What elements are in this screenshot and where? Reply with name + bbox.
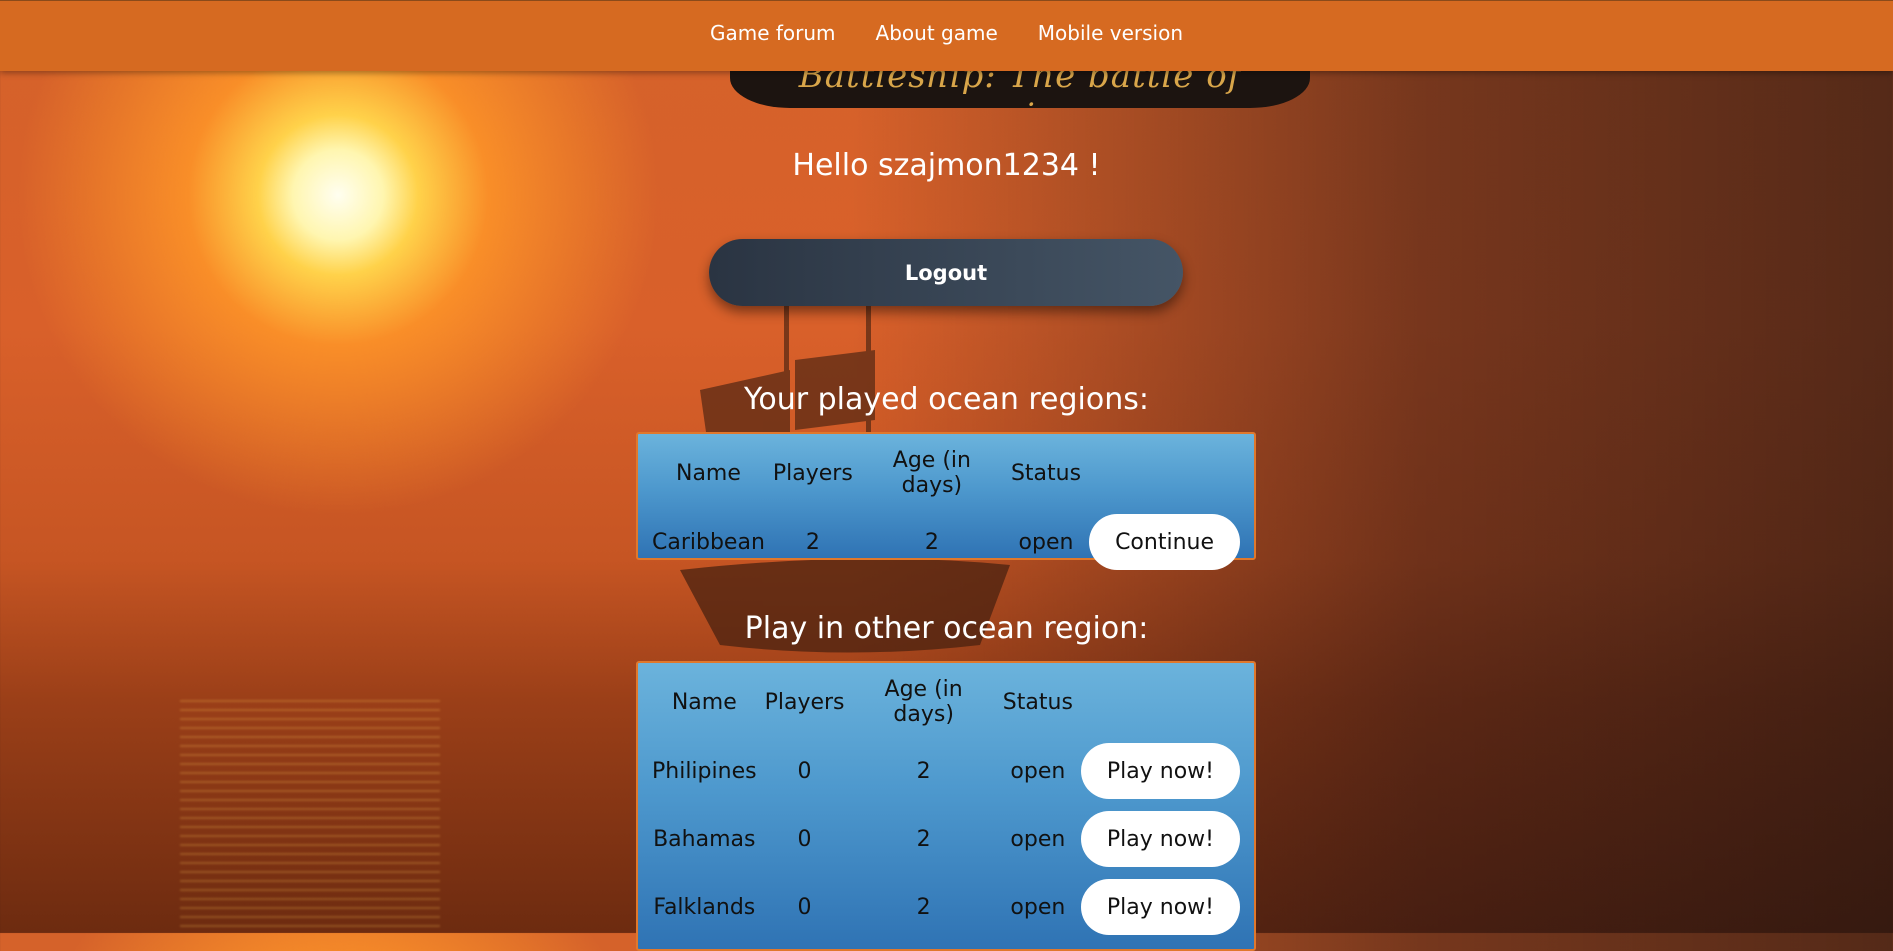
nav-game-forum-link[interactable]: Game forum [710, 21, 836, 51]
column-header-players: Players [764, 689, 845, 715]
played-regions-title: Your played ocean regions: [744, 382, 1149, 417]
table-header-row: Name Players Age (in days) Status [648, 669, 1244, 737]
region-status: open [1018, 529, 1074, 555]
region-age: 2 [924, 529, 939, 555]
column-header-action [1077, 669, 1244, 737]
table-header-row: Name Players Age (in days) Status [648, 440, 1244, 508]
other-regions-table: Name Players Age (in days) Status Philip… [636, 661, 1256, 951]
play-now-button[interactable]: Play now! [1080, 811, 1240, 867]
table-row: Philipines 0 2 open Play now! [648, 737, 1244, 805]
table-row: Caribbean 2 2 open Continue [648, 508, 1244, 576]
region-status: open [1010, 758, 1066, 784]
table-row: Bahamas 0 2 open Play now! [648, 805, 1244, 873]
region-players: 0 [797, 758, 812, 784]
region-action-cell: Continue [1085, 508, 1244, 576]
region-name: Falklands [653, 894, 756, 920]
other-regions-title: Play in other ocean region: [744, 611, 1149, 646]
region-age: 2 [916, 826, 931, 852]
region-players: 0 [797, 894, 812, 920]
column-header-age: Age (in days) [884, 677, 963, 727]
play-now-button[interactable]: Play now! [1080, 879, 1240, 935]
region-status: open [1010, 826, 1066, 852]
column-header-players: Players [772, 460, 853, 486]
play-now-button[interactable]: Play now! [1080, 743, 1240, 799]
region-players: 2 [805, 529, 820, 555]
column-header-action [1085, 440, 1244, 508]
region-name: Bahamas [653, 826, 756, 852]
region-action-cell: Play now! [1077, 805, 1244, 873]
table-row: Falklands 0 2 open Play now! [648, 873, 1244, 941]
continue-button[interactable]: Continue [1089, 514, 1240, 570]
top-navbar: Game forum About game Mobile version [0, 0, 1893, 71]
nav-about-game-link[interactable]: About game [876, 21, 998, 51]
region-status: open [1010, 894, 1066, 920]
region-name: Caribbean [652, 529, 765, 555]
region-age: 2 [916, 758, 931, 784]
played-regions-table: Name Players Age (in days) Status Caribb… [636, 432, 1256, 570]
column-header-age: Age (in days) [892, 448, 971, 498]
column-header-name: Name [671, 689, 737, 715]
logout-button[interactable]: Logout [709, 239, 1183, 306]
sea-reflection [180, 700, 440, 933]
region-action-cell: Play now! [1077, 737, 1244, 805]
region-age: 2 [916, 894, 931, 920]
column-header-status: Status [1002, 689, 1073, 715]
nav-mobile-version-link[interactable]: Mobile version [1038, 21, 1183, 51]
region-players: 0 [797, 826, 812, 852]
column-header-status: Status [1010, 460, 1082, 486]
region-action-cell: Play now! [1077, 873, 1244, 941]
greeting-text: Hello szajmon1234 ! [792, 148, 1101, 183]
column-header-name: Name [675, 460, 741, 486]
region-name: Philipines [652, 758, 757, 784]
